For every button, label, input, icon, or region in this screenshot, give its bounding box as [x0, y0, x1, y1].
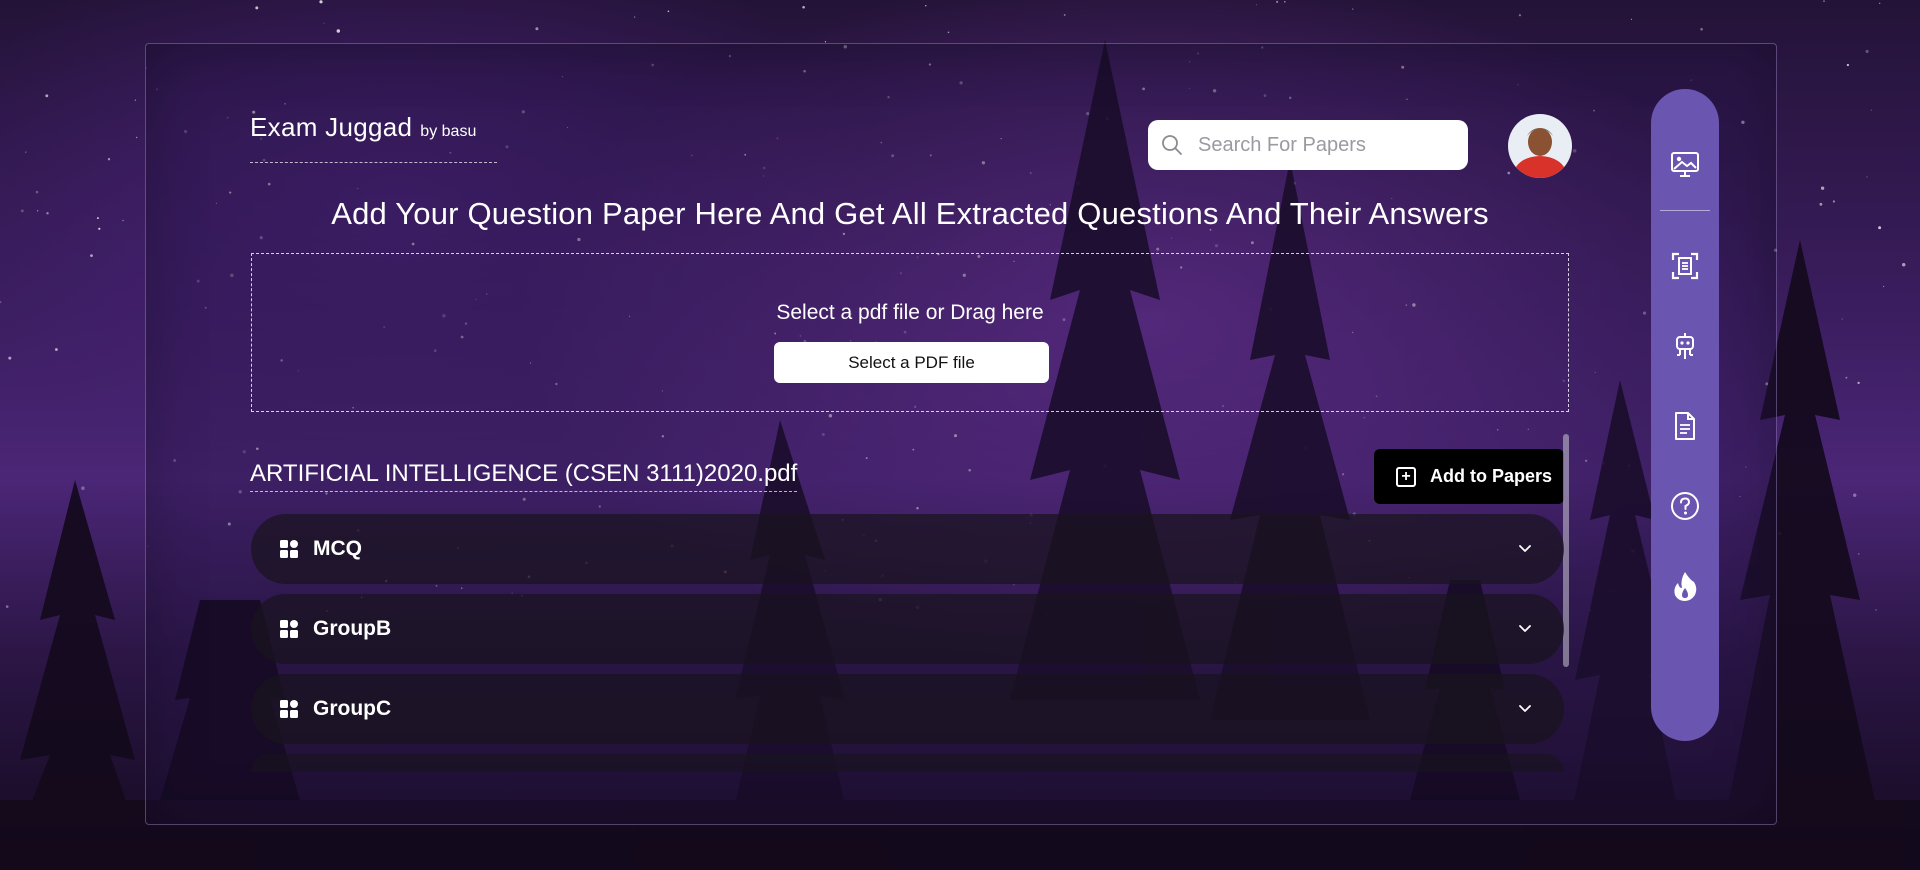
- add-to-papers-button[interactable]: + Add to Papers: [1374, 449, 1564, 504]
- group-label: GroupB: [313, 617, 392, 640]
- brand-byline: by basu: [420, 123, 477, 140]
- sidebar-item-document[interactable]: [1668, 409, 1702, 443]
- paper-filename: ARTIFICIAL INTELLIGENCE (CSEN 3111)2020.…: [250, 460, 798, 492]
- chevron-down-icon[interactable]: [1514, 698, 1536, 720]
- robot-icon: [1676, 333, 1694, 359]
- chevron-down-icon[interactable]: [1514, 538, 1536, 560]
- brand-logo[interactable]: Exam Juggad by basu: [250, 112, 497, 163]
- fire-icon: [1674, 572, 1697, 601]
- grid-icon: [280, 700, 298, 718]
- scan-document-icon: [1671, 252, 1699, 280]
- group-accordion-groupb[interactable]: GroupB: [251, 594, 1564, 664]
- sidebar-item-robot[interactable]: [1668, 329, 1702, 363]
- search-icon: [1162, 135, 1182, 155]
- group-label: GroupC: [313, 697, 392, 720]
- grid-icon: [280, 620, 298, 638]
- page-headline: Add Your Question Paper Here And Get All…: [331, 196, 1489, 231]
- dropzone-prompt: Select a pdf file or Drag here: [776, 301, 1044, 324]
- group-accordion-groupc[interactable]: GroupC: [251, 674, 1564, 744]
- sidebar-item-fire[interactable]: [1668, 569, 1702, 603]
- document-icon: [1675, 412, 1695, 440]
- search-box[interactable]: [1148, 120, 1468, 170]
- grid-icon: [280, 540, 298, 558]
- brand-title: Exam Juggad: [250, 112, 413, 142]
- plus-square-icon: +: [1396, 466, 1416, 487]
- sidebar-item-image-monitor[interactable]: [1668, 147, 1702, 181]
- right-sidebar: [1651, 89, 1719, 741]
- chevron-down-icon[interactable]: [1514, 618, 1536, 640]
- help-icon: [1671, 492, 1699, 520]
- sidebar-item-scan[interactable]: [1668, 249, 1702, 283]
- group-label: MCQ: [313, 537, 362, 560]
- select-pdf-button[interactable]: Select a PDF file: [774, 342, 1049, 383]
- sidebar-item-help[interactable]: [1668, 489, 1702, 523]
- pdf-dropzone[interactable]: Select a pdf file or Drag here Select a …: [251, 253, 1569, 412]
- search-input[interactable]: [1196, 132, 1460, 158]
- sidebar-divider: [1660, 210, 1710, 211]
- avatar-image: [1508, 114, 1572, 178]
- image-monitor-icon: [1671, 152, 1699, 177]
- avatar[interactable]: [1508, 114, 1572, 178]
- add-to-papers-label: Add to Papers: [1430, 466, 1553, 486]
- group-accordion-partial: [251, 754, 1564, 772]
- group-accordion-mcq[interactable]: MCQ: [251, 514, 1564, 584]
